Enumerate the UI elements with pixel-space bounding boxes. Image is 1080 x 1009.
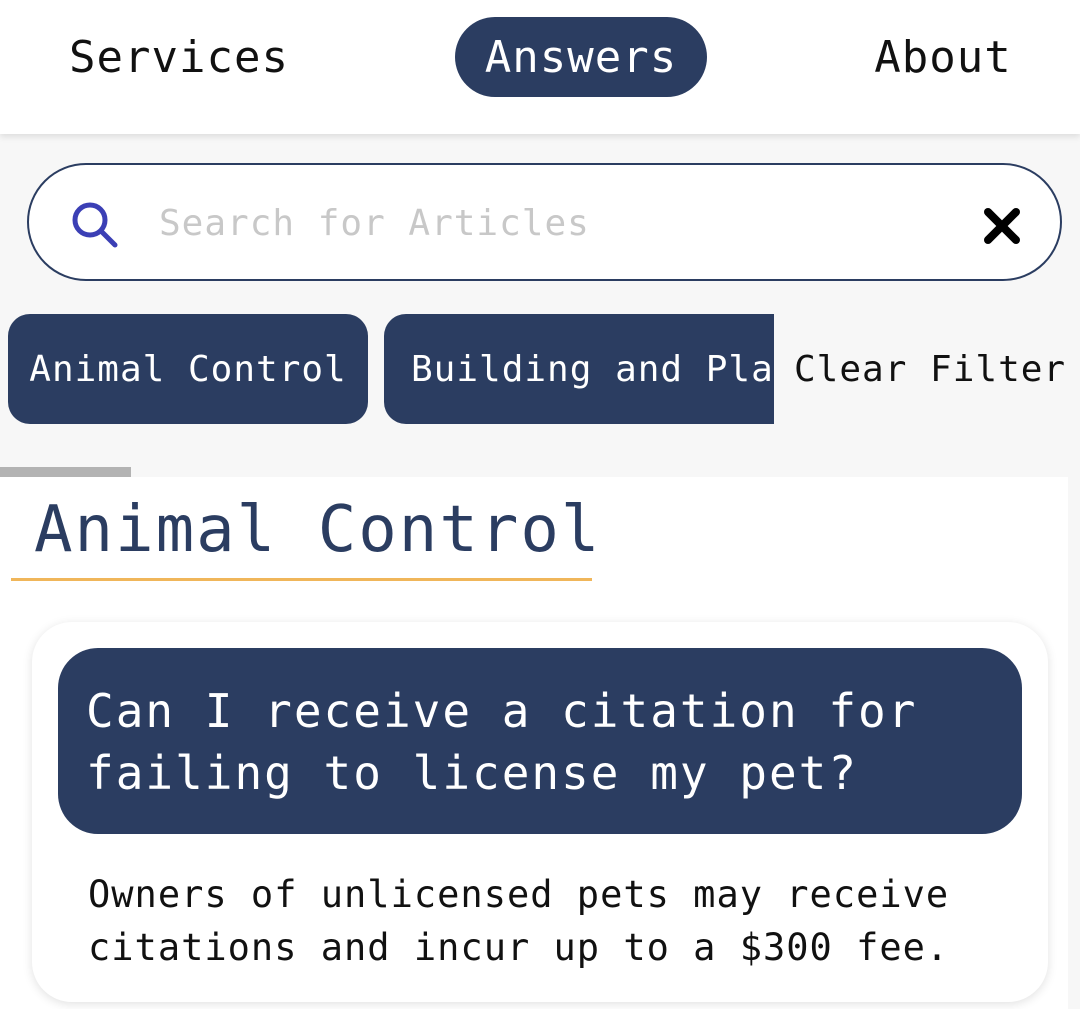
nav-services[interactable]: Services — [48, 17, 310, 97]
content-area: Animal Control Building and Planning Cle… — [0, 134, 1080, 1009]
article-answer: Owners of unlicensed pets may receive ci… — [88, 873, 950, 969]
top-navigation: Services Answers About — [0, 0, 1080, 134]
clear-filter-button[interactable]: Clear Filter — [794, 314, 1066, 424]
search-bar — [27, 163, 1062, 281]
nav-answers[interactable]: Answers — [455, 17, 707, 97]
title-underline — [11, 578, 592, 581]
section-title: Animal Control — [34, 493, 602, 567]
nav-about[interactable]: About — [855, 17, 1031, 97]
close-icon[interactable] — [981, 205, 1023, 247]
article-card: Can I receive a citation for failing to … — [32, 622, 1048, 1002]
search-icon[interactable] — [69, 199, 121, 251]
horizontal-scrollbar[interactable] — [0, 467, 131, 477]
filter-chip-building-and-planning[interactable]: Building and Planning — [384, 314, 774, 424]
search-input[interactable] — [159, 195, 959, 251]
filter-chips: Animal Control Building and Planning Cle… — [0, 314, 1080, 426]
filter-chip-animal-control[interactable]: Animal Control — [8, 314, 368, 424]
article-question[interactable]: Can I receive a citation for failing to … — [58, 648, 1022, 834]
articles-panel: Animal Control Can I receive a citation … — [0, 477, 1068, 1009]
